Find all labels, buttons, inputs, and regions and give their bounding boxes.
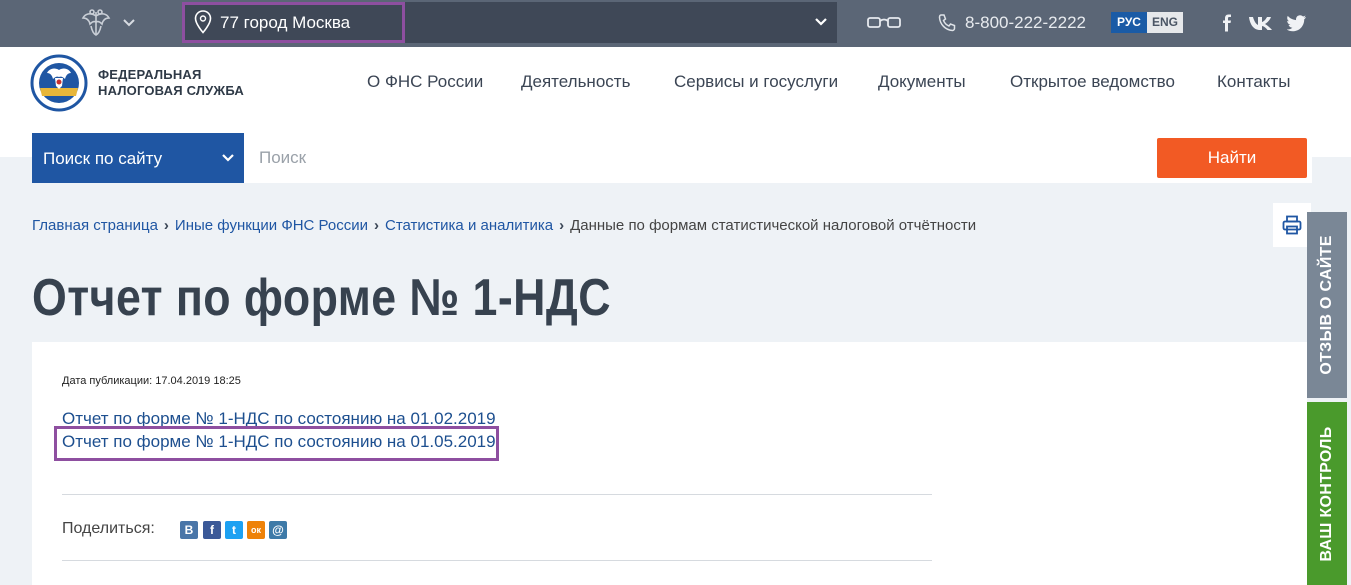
publication-date: Дата публикации: 17.04.2019 18:25 — [62, 375, 241, 387]
share-vk-icon[interactable]: В — [180, 521, 198, 539]
feedback-tab-label: ОТЗЫВ О САЙТЕ — [1318, 235, 1335, 375]
chevron-down-icon — [222, 154, 234, 162]
region-name: 77 город Москва — [220, 13, 351, 32]
share-twitter-icon[interactable]: t — [225, 521, 243, 539]
page-title: Отчет по форме № 1-НДС — [32, 269, 611, 327]
location-pin-icon — [194, 10, 212, 34]
logo-line-2: НАЛОГОВАЯ СЛУЖБА — [98, 83, 245, 98]
link-highlight-box — [54, 426, 499, 461]
search-button[interactable]: Найти — [1157, 138, 1307, 178]
divider — [62, 560, 932, 561]
chevron-right-icon: › — [163, 217, 169, 234]
breadcrumb-current: Данные по формам статистической налогово… — [570, 217, 977, 234]
emblem-icon[interactable] — [80, 8, 112, 38]
chevron-right-icon: › — [374, 217, 379, 234]
feedback-side-tab[interactable]: ОТЗЫВ О САЙТЕ — [1307, 212, 1347, 398]
search-scope-label: Поиск по сайту — [43, 149, 163, 168]
nav-documents[interactable]: Документы — [878, 72, 966, 92]
logo-text[interactable]: ФЕДЕРАЛЬНАЯ НАЛОГОВАЯ СЛУЖБА — [98, 67, 244, 99]
nav-about[interactable]: О ФНС России — [367, 72, 483, 92]
nav-activity[interactable]: Деятельность — [521, 72, 630, 92]
search-input[interactable] — [244, 133, 1312, 183]
control-side-tab[interactable]: ВАШ КОНТРОЛЬ — [1307, 402, 1347, 585]
region-selector[interactable]: 77 город Москва — [182, 2, 837, 43]
control-tab-label: ВАШ КОНТРОЛЬ — [1318, 425, 1335, 562]
nav-open-agency[interactable]: Открытое ведомство — [1010, 72, 1175, 92]
share-facebook-icon[interactable]: f — [203, 521, 221, 539]
facebook-icon[interactable] — [1221, 14, 1233, 32]
hotline-phone[interactable]: 8-800-222-2222 — [965, 13, 1086, 33]
lang-en-button[interactable]: ENG — [1147, 12, 1183, 33]
chevron-right-icon: › — [559, 217, 565, 234]
chevron-down-icon[interactable] — [813, 14, 829, 30]
share-label: Поделиться: — [62, 520, 155, 537]
accessibility-glasses-icon[interactable] — [866, 14, 902, 32]
share-mail-icon[interactable]: @ — [269, 521, 287, 539]
top-bar: 77 город Москва 8-800-222-2222 РУС ENG — [0, 0, 1351, 47]
print-button[interactable] — [1273, 203, 1311, 247]
vk-icon[interactable] — [1248, 14, 1276, 32]
breadcrumb-statistics[interactable]: Статистика и аналитика — [385, 217, 553, 234]
printer-icon — [1282, 215, 1302, 235]
share-odnoklassniki-icon[interactable]: ок — [247, 521, 265, 539]
nav-services[interactable]: Сервисы и госуслуги — [674, 72, 838, 92]
breadcrumb-home[interactable]: Главная страница — [32, 217, 158, 234]
search-scope-select[interactable]: Поиск по сайту — [32, 133, 244, 183]
breadcrumb: Главная страница › Иные функции ФНС России… — [32, 217, 976, 234]
breadcrumb-other-functions[interactable]: Иные функции ФНС России — [175, 217, 368, 234]
phone-icon — [938, 14, 956, 32]
twitter-icon[interactable] — [1287, 14, 1307, 32]
nav-contacts[interactable]: Контакты — [1217, 72, 1290, 92]
chevron-down-icon[interactable] — [120, 14, 138, 32]
logo-line-1: ФЕДЕРАЛЬНАЯ — [98, 67, 202, 82]
divider — [62, 494, 932, 495]
content-card: Дата публикации: 17.04.2019 18:25 Отчет … — [32, 342, 1307, 585]
lang-ru-button[interactable]: РУС — [1111, 12, 1147, 33]
fns-logo-icon[interactable] — [30, 54, 88, 112]
